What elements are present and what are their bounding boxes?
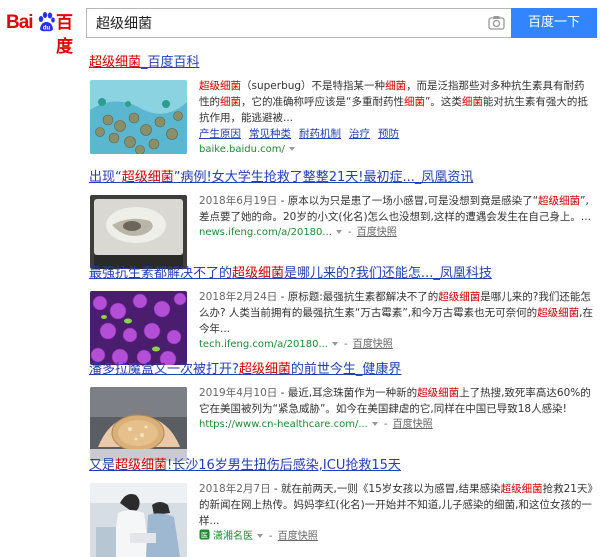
sublink-types[interactable]: 常见种类 bbox=[249, 128, 291, 140]
search-result: 潘多拉魔盒又一次被打开?超级细菌的前世今生_健康界 2019年4月10日 - 最… bbox=[89, 361, 594, 461]
text-segment: - 原标题:最强抗生素都解决不了的 bbox=[277, 291, 439, 303]
snapshot-link[interactable]: 百度快照 bbox=[357, 227, 397, 238]
search-input[interactable] bbox=[87, 9, 476, 37]
highlight-term: 超级细菌 bbox=[232, 266, 285, 281]
highlight-term: 超级细菌 bbox=[538, 195, 581, 207]
highlight-term: 超级细菌 bbox=[537, 307, 580, 319]
snapshot-link[interactable]: 百度快照 bbox=[393, 419, 433, 430]
result-snippet: 2018年2月24日 - 原标题:最强抗生素都解决不了的超级细菌是哪儿来的?我们… bbox=[199, 289, 594, 337]
text-segment: !长沙16岁男生扭伤后感染,ICU抢救15天 bbox=[167, 458, 401, 473]
svg-text:医: 医 bbox=[201, 532, 208, 540]
text-segment: ”。这类 bbox=[424, 96, 462, 108]
search-box bbox=[86, 8, 511, 38]
sublink-treatment[interactable]: 治疗 bbox=[349, 128, 370, 140]
text-segment: 的前世今生_健康界 bbox=[290, 362, 402, 377]
highlight-term: 超级细菌 bbox=[500, 483, 543, 495]
highlight-term: 超级细菌 bbox=[238, 362, 291, 377]
result-source: 医 潇湘名医 - 百度快照 bbox=[199, 529, 318, 542]
result-snippet: 2018年6月19日 - 原本以为只是患了一场小感冒,可是没想到竟是感染了“超级… bbox=[199, 193, 594, 225]
result-thumbnail[interactable] bbox=[90, 80, 187, 154]
result-date: 2018年6月19日 bbox=[199, 195, 278, 207]
snapshot-link[interactable]: 百度快照 bbox=[278, 531, 318, 542]
highlight-term: 超级细菌 bbox=[89, 55, 142, 70]
dropdown-arrow-icon[interactable] bbox=[257, 533, 263, 538]
text-segment: ，它的准确称呼应该是“多重耐药性 bbox=[241, 96, 404, 108]
result-source-url[interactable]: https://www.cn-healthcare.com/... bbox=[199, 419, 368, 430]
highlight-term: 超级细菌 bbox=[199, 80, 241, 92]
text-segment: 最强抗生素都解决不了的 bbox=[89, 266, 233, 281]
text-segment: 又是 bbox=[89, 458, 116, 473]
result-snippet: 超级细菌（superbug）不是特指某一种细菌，而是泛指那些对多种抗生素具有耐药… bbox=[199, 78, 594, 126]
dropdown-arrow-icon[interactable] bbox=[288, 146, 295, 151]
text-segment: 潘多拉魔盒又一次被打开? bbox=[89, 362, 239, 377]
result-source-url[interactable]: baike.baidu.com/ bbox=[199, 144, 285, 155]
result-title[interactable]: 最强抗生素都解决不了的超级细菌是哪儿来的?我们还能怎..._凤凰科技 bbox=[89, 265, 594, 282]
result-thumbnail[interactable] bbox=[90, 291, 187, 365]
sublink-mechanism[interactable]: 耐药机制 bbox=[299, 128, 341, 140]
result-source: tech.ifeng.com/a/20180... - 百度快照 bbox=[199, 339, 393, 350]
highlight-term: 超级细菌 bbox=[115, 458, 168, 473]
result-body: 超级细菌（superbug）不是特指某一种细菌，而是泛指那些对多种抗生素具有耐药… bbox=[199, 78, 594, 158]
media-icon: 医 bbox=[199, 529, 210, 540]
text-segment: - 原本以为只是患了一场小感冒,可是没想到竟是感染了“ bbox=[277, 195, 539, 207]
result-sublinks: 产生原因 常见种类 耐药机制 治疗 预防 bbox=[199, 126, 594, 142]
highlight-term: 细菌 bbox=[403, 96, 425, 108]
snapshot-link[interactable]: 百度快照 bbox=[353, 339, 393, 350]
result-body: 2019年4月10日 - 最近,耳念珠菌作为一种新的超级细菌上了热搜,致死率高达… bbox=[199, 385, 594, 433]
result-source-url[interactable]: news.ifeng.com/a/20180... bbox=[199, 227, 332, 238]
text-segment: 是哪儿来的?我们还能怎..._凤凰科技 bbox=[284, 266, 492, 281]
highlight-term: 超级细菌 bbox=[121, 170, 174, 185]
search-result: 最强抗生素都解决不了的超级细菌是哪儿来的?我们还能怎..._凤凰科技 2018年… bbox=[89, 265, 594, 365]
sublink-cause[interactable]: 产生原因 bbox=[199, 128, 241, 140]
camera-icon[interactable] bbox=[488, 15, 505, 30]
result-date: 2018年2月7日 bbox=[199, 483, 271, 495]
result-source-url[interactable]: tech.ifeng.com/a/20180... bbox=[199, 339, 328, 350]
logo-bai-text: Bai bbox=[6, 12, 34, 33]
text-segment: _百度百科 bbox=[141, 55, 200, 70]
result-snippet: 2018年2月7日 - 就在前两天,一则《15岁女孩以为感冒,结果感染超级细菌抢… bbox=[199, 481, 594, 529]
result-title[interactable]: 出现“超级细菌”病例!女大学生抢救了整整21天!最初症..._凤凰资讯 bbox=[89, 169, 594, 186]
result-snippet: 2019年4月10日 - 最近,耳念珠菌作为一种新的超级细菌上了热搜,致死率高达… bbox=[199, 385, 594, 417]
search-button[interactable]: 百度一下 bbox=[511, 8, 597, 38]
search-result: 出现“超级细菌”病例!女大学生抢救了整整21天!最初症..._凤凰资讯 2018… bbox=[89, 169, 594, 269]
text-segment: （superbug）不是特指某一种 bbox=[241, 80, 386, 92]
result-source: news.ifeng.com/a/20180... - 百度快照 bbox=[199, 227, 397, 238]
logo-baidu-text: 百度 bbox=[56, 13, 73, 57]
dropdown-arrow-icon[interactable] bbox=[335, 229, 342, 234]
result-source: https://www.cn-healthcare.com/... - 百度快照 bbox=[199, 419, 433, 430]
result-thumbnail[interactable] bbox=[90, 195, 187, 269]
highlight-term: 超级细菌 bbox=[438, 291, 481, 303]
search-result: 超级细菌_百度百科 超级细菌（superbug）不是特指某一种细菌，而是泛指那些… bbox=[89, 54, 594, 155]
text-segment: - 就在前两天,一则《15岁女孩以为感冒,结果感染 bbox=[270, 483, 501, 495]
highlight-term: 超级细菌 bbox=[417, 387, 460, 399]
highlight-term: 细菌 bbox=[220, 96, 241, 108]
result-date: 2018年2月24日 bbox=[199, 291, 278, 303]
dropdown-arrow-icon[interactable] bbox=[371, 421, 378, 426]
text-segment: - 最近,耳念珠菌作为一种新的 bbox=[277, 387, 418, 399]
highlight-term: 细菌 bbox=[385, 80, 407, 92]
search-result: 又是超级细菌!长沙16岁男生扭伤后感染,ICU抢救15天 2018年2月7日 -… bbox=[89, 457, 594, 557]
sublink-prevention[interactable]: 预防 bbox=[378, 128, 399, 140]
paw-icon: du bbox=[38, 12, 55, 32]
result-source-name[interactable]: 潇湘名医 bbox=[213, 531, 253, 542]
result-title[interactable]: 超级细菌_百度百科 bbox=[89, 54, 594, 71]
search-header: Bai du 百度 百度一下 bbox=[0, 0, 600, 57]
result-title[interactable]: 又是超级细菌!长沙16岁男生扭伤后感染,ICU抢救15天 bbox=[89, 457, 594, 474]
dropdown-arrow-icon[interactable] bbox=[331, 341, 338, 346]
text-segment: 出现“ bbox=[89, 170, 122, 185]
result-body: 2018年2月7日 - 就在前两天,一则《15岁女孩以为感冒,结果感染超级细菌抢… bbox=[199, 481, 594, 545]
baidu-logo[interactable]: Bai du 百度 bbox=[6, 9, 86, 57]
text-segment: ”病例!女大学生抢救了整整21天!最初症..._凤凰资讯 bbox=[173, 170, 474, 185]
result-date: 2019年4月10日 bbox=[199, 387, 278, 399]
result-body: 2018年2月24日 - 原标题:最强抗生素都解决不了的超级细菌是哪儿来的?我们… bbox=[199, 289, 594, 353]
result-title[interactable]: 潘多拉魔盒又一次被打开?超级细菌的前世今生_健康界 bbox=[89, 361, 594, 378]
result-thumbnail[interactable] bbox=[90, 387, 187, 461]
result-thumbnail[interactable] bbox=[90, 483, 187, 557]
result-body: 2018年6月19日 - 原本以为只是患了一场小感冒,可是没想到竟是感染了“超级… bbox=[199, 193, 594, 241]
highlight-term: 细菌 bbox=[461, 96, 483, 108]
svg-text:du: du bbox=[43, 26, 51, 32]
result-source: baike.baidu.com/ bbox=[199, 142, 594, 158]
